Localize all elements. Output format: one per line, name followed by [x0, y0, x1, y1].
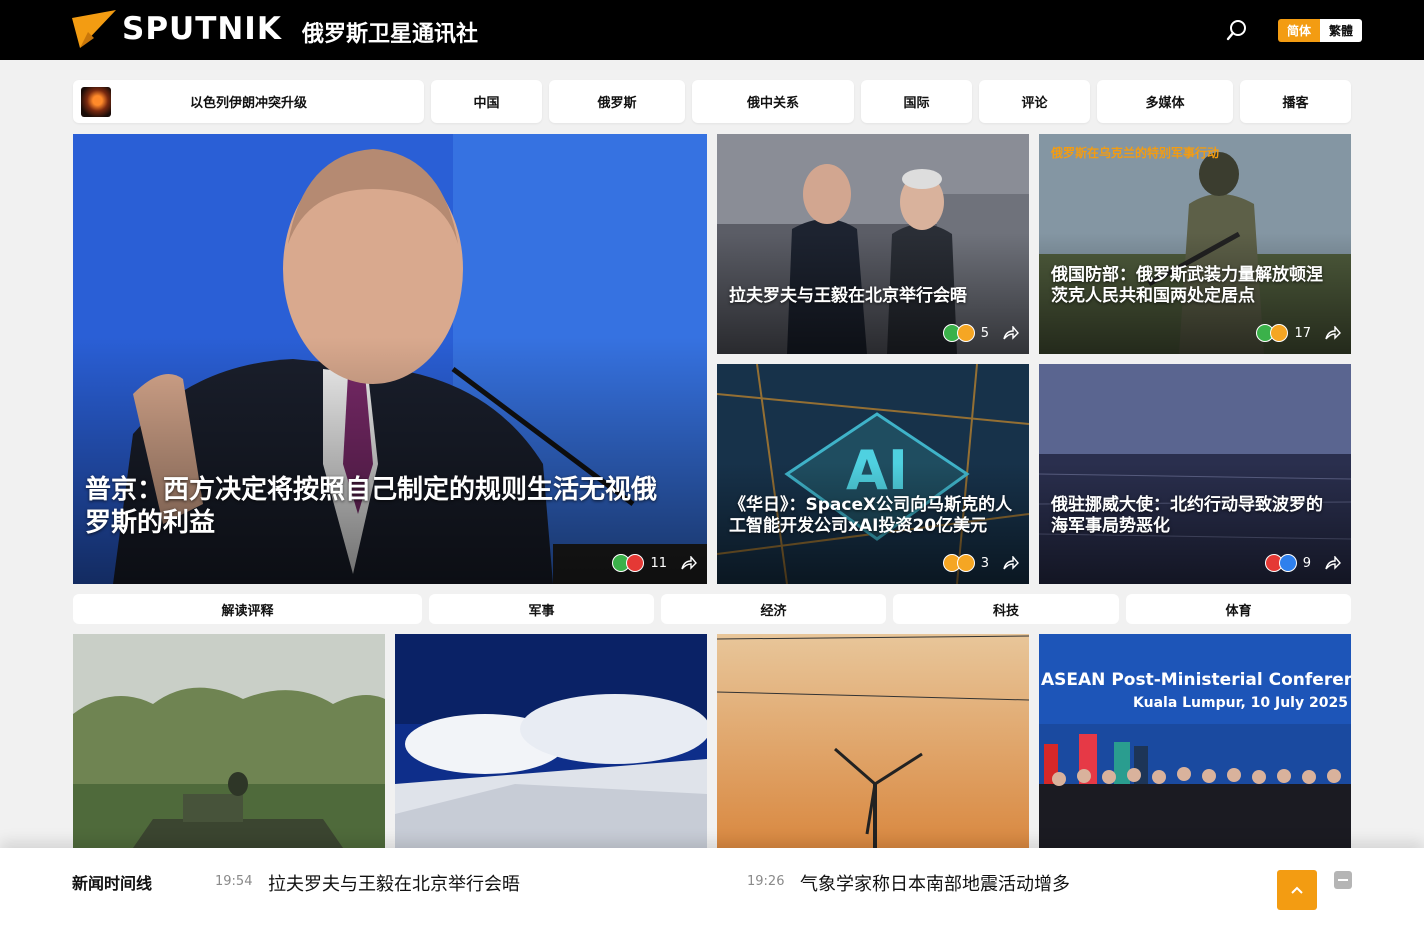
nav-item-label: 播客 [1282, 96, 1309, 111]
featured-card-xai[interactable]: AI 《华日》：SpaceX公司向马斯克的人工智能开发公司xAI投资20亿美元 … [717, 364, 1029, 584]
nav-item-israel-iran[interactable]: 以色列伊朗冲突升级 [73, 80, 424, 123]
nav-item-label: 中国 [473, 96, 500, 111]
nav-item-opinion[interactable]: 评论 [979, 80, 1090, 123]
nav-item-label: 俄罗斯 [597, 96, 637, 111]
section-card-image [395, 634, 707, 848]
nav-item-world[interactable]: 国际 [861, 80, 972, 123]
reaction-bar: 17 [1256, 324, 1341, 342]
timeline-label: 新闻时间线 [72, 874, 153, 893]
wow-icon[interactable] [956, 554, 975, 572]
conference-banner-line2: Kuala Lumpur, 10 July 2025 [1133, 695, 1348, 711]
subnav-item-tech[interactable]: 科技 [893, 594, 1119, 624]
section-card-military[interactable] [73, 634, 385, 848]
reaction-count: 11 [650, 555, 667, 571]
site-name: 俄罗斯卫星通讯社 [302, 22, 479, 47]
lang-traditional-button[interactable]: 繁體 [1320, 19, 1362, 42]
lang-simplified-button[interactable]: 简体 [1278, 19, 1320, 42]
nav-item-label: 国际 [903, 96, 930, 111]
subnav-item-label: 科技 [992, 603, 1019, 619]
conference-banner-line1: ASEAN Post-Ministerial Conference wi [1041, 670, 1351, 690]
section-card-image [1039, 634, 1351, 848]
collapse-timeline-button[interactable] [1334, 871, 1352, 889]
subnav-item-sports[interactable]: 体育 [1126, 594, 1351, 624]
nav-item-russia-china[interactable]: 俄中关系 [692, 80, 854, 123]
featured-card-lavrov[interactable]: 拉夫罗夫与王毅在北京举行会晤 5 [717, 134, 1029, 354]
share-icon[interactable] [681, 556, 697, 570]
news-timeline-bar: 新闻时间线 19:54 拉夫罗夫与王毅在北京举行会晤 19:26 气象学家称日本… [0, 848, 1424, 933]
subnav-item-analysis[interactable]: 解读评释 [73, 594, 422, 624]
nav-item-podcast[interactable]: 播客 [1240, 80, 1351, 123]
featured-card-title: 《华日》：SpaceX公司向马斯克的人工智能开发公司xAI投资20亿美元 [729, 495, 1013, 537]
timeline-item[interactable]: 拉夫罗夫与王毅在北京举行会晤 [268, 870, 520, 896]
nav-thumbnail [81, 87, 111, 117]
section-card-image [717, 634, 1029, 848]
sputnik-logo-icon [72, 10, 116, 48]
reaction-bar: 5 [942, 324, 1019, 342]
subnav-item-label: 经济 [760, 603, 787, 619]
angry-icon[interactable] [626, 554, 645, 572]
timeline-time: 19:54 [215, 874, 253, 889]
reaction-bar: 3 [942, 554, 1019, 572]
featured-main-card[interactable]: 普京：西方决定将按照自己制定的规则生活无视俄罗斯的利益 11 [73, 134, 707, 584]
nav-item-russia[interactable]: 俄罗斯 [549, 80, 685, 123]
subnav-item-economy[interactable]: 经济 [661, 594, 886, 624]
reaction-count: 3 [980, 555, 989, 571]
category-tag[interactable]: 俄罗斯在乌克兰的特别军事行动 [1051, 144, 1219, 161]
subnav-item-label: 解读评释 [221, 603, 274, 619]
sad-icon[interactable] [1278, 554, 1297, 572]
reaction-count: 17 [1294, 325, 1311, 341]
featured-card-donetsk[interactable]: 俄罗斯在乌克兰的特别军事行动 俄国防部：俄罗斯武装力量解放顿涅茨克人民共和国两处… [1039, 134, 1351, 354]
section-card-tech[interactable] [717, 634, 1029, 848]
image-shade [73, 336, 707, 584]
section-card-sports[interactable]: ASEAN Post-Ministerial Conference wi Kua… [1039, 634, 1351, 848]
search-icon[interactable] [1226, 19, 1248, 41]
featured-main-title: 普京：西方决定将按照自己制定的规则生活无视俄罗斯的利益 [85, 475, 658, 538]
share-icon[interactable] [1003, 326, 1019, 340]
sputnik-logo[interactable]: SPUTNIK [72, 8, 282, 50]
smile-icon[interactable] [1270, 324, 1289, 342]
subnav-item-military[interactable]: 军事 [429, 594, 654, 624]
timeline-time: 19:26 [747, 874, 785, 889]
reaction-count: 9 [1302, 555, 1311, 571]
reaction-count: 5 [980, 325, 989, 341]
nav-item-china[interactable]: 中国 [431, 80, 542, 123]
subnav-item-label: 体育 [1225, 603, 1252, 619]
nav-item-label: 俄中关系 [746, 96, 799, 111]
smile-icon[interactable] [956, 324, 975, 342]
logo-word: SPUTNIK [122, 11, 282, 47]
share-icon[interactable] [1003, 556, 1019, 570]
share-icon[interactable] [1325, 326, 1341, 340]
timeline-item[interactable]: 气象学家称日本南部地震活动增多 [800, 870, 1070, 896]
nav-item-label: 以色列伊朗冲突升级 [189, 96, 307, 111]
nav-item-multimedia[interactable]: 多媒体 [1097, 80, 1233, 123]
featured-card-title: 俄驻挪威大使：北约行动导致波罗的海军事局势恶化 [1051, 495, 1323, 537]
reaction-bar: 9 [1264, 554, 1341, 572]
section-card-economy[interactable] [395, 634, 707, 848]
featured-card-title: 拉夫罗夫与王毅在北京举行会晤 [729, 286, 967, 306]
reaction-bar: 11 [612, 554, 697, 572]
section-card-image [73, 634, 385, 848]
chevron-up-icon [1291, 886, 1303, 894]
language-switch: 简体 繁體 [1278, 19, 1362, 42]
subnav-item-label: 军事 [528, 603, 555, 619]
featured-card-baltic[interactable]: 俄驻挪威大使：北约行动导致波罗的海军事局势恶化 9 [1039, 364, 1351, 584]
featured-card-title: 俄国防部：俄罗斯武装力量解放顿涅茨克人民共和国两处定居点 [1051, 265, 1323, 307]
nav-item-label: 多媒体 [1145, 96, 1185, 111]
share-icon[interactable] [1325, 556, 1341, 570]
expand-timeline-button[interactable] [1277, 870, 1317, 910]
nav-item-label: 评论 [1021, 96, 1048, 111]
top-bar: SPUTNIK 俄罗斯卫星通讯社 简体 繁體 [0, 0, 1424, 60]
